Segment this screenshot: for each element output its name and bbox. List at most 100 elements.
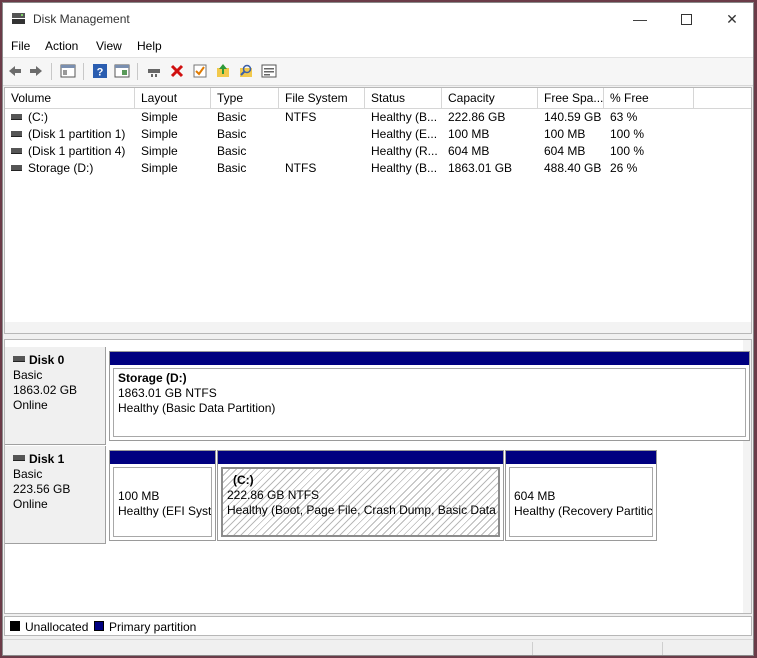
volume-type: Basic: [217, 144, 247, 158]
back-icon[interactable]: [7, 63, 23, 79]
connect-icon[interactable]: [146, 63, 162, 79]
properties-icon[interactable]: [114, 63, 130, 79]
column-header-free-space[interactable]: Free Spa...: [538, 88, 604, 108]
disk-management-window: Disk Management — ✕ File Action View Hel…: [2, 2, 754, 656]
volume-name: (C:): [28, 110, 48, 124]
partition-efi[interactable]: 100 MB Healthy (EFI Syste: [109, 450, 216, 541]
delete-icon[interactable]: [169, 63, 185, 79]
volume-free-space: 100 MB: [544, 127, 586, 141]
volume-free-space: 488.40 GB: [544, 161, 602, 175]
show-hide-console-tree-icon[interactable]: [60, 63, 76, 79]
disk-graphical-view: Disk 0 Basic 1863.02 GB Online Storage (…: [4, 339, 752, 614]
column-header-status[interactable]: Status: [365, 88, 442, 108]
volume-type: Basic: [217, 127, 247, 141]
disk-icon: [13, 355, 25, 362]
volume-percent-free: 63 %: [610, 110, 638, 124]
column-header-layout[interactable]: Layout: [135, 88, 211, 108]
search-icon[interactable]: [238, 63, 254, 79]
status-separator: [532, 642, 533, 655]
help-icon[interactable]: ?: [92, 63, 108, 79]
volume-status: Healthy (B...: [371, 161, 438, 175]
menu-help[interactable]: Help: [137, 39, 162, 53]
volume-name: (Disk 1 partition 4): [28, 144, 126, 158]
volume-name: Storage (D:): [28, 161, 94, 175]
volume-percent-free: 100 %: [610, 127, 645, 141]
partition-status: Healthy (Boot, Page File, Crash Dump, Ba…: [227, 503, 500, 517]
volume-name: (Disk 1 partition 1): [28, 127, 126, 141]
close-button[interactable]: ✕: [709, 3, 753, 35]
disk-name: Disk 1: [29, 452, 65, 466]
volume-status: Healthy (R...: [371, 144, 438, 158]
table-row[interactable]: Storage (D:) Simple Basic NTFS Healthy (…: [5, 160, 751, 177]
volume-layout: Simple: [141, 110, 178, 124]
disk-management-app-icon: [12, 13, 25, 24]
volume-capacity: 100 MB: [448, 127, 490, 141]
view-icon[interactable]: [261, 63, 277, 79]
primary-partition-bar: [506, 451, 656, 464]
volume-free-space: 140.59 GB: [544, 110, 602, 124]
volume-status: Healthy (E...: [371, 127, 438, 141]
partition-body: 604 MB Healthy (Recovery Partitic: [509, 467, 653, 537]
disk-type: Basic: [13, 467, 43, 481]
partition-status: Healthy (Basic Data Partition): [118, 401, 276, 415]
svg-text:?: ?: [97, 67, 104, 79]
toolbar-separator: [51, 63, 52, 80]
primary-partition-bar: [110, 352, 749, 365]
maximize-icon: [680, 13, 692, 25]
column-header-capacity[interactable]: Capacity: [442, 88, 538, 108]
partition-storage-d[interactable]: Storage (D:) 1863.01 GB NTFS Healthy (Ba…: [109, 351, 750, 441]
menu-file[interactable]: File: [11, 39, 30, 53]
up-folder-icon[interactable]: [215, 63, 231, 79]
primary-partition-swatch: [94, 621, 104, 631]
title-bar[interactable]: Disk Management — ✕: [3, 3, 753, 35]
toolbar-separator: [137, 63, 138, 80]
primary-partition-bar: [218, 451, 503, 464]
volume-file-system: NTFS: [285, 161, 317, 175]
volume-type: Basic: [217, 110, 247, 124]
disk-name: Disk 0: [29, 353, 65, 367]
minimize-icon: —: [633, 11, 647, 27]
column-header-percent-free[interactable]: % Free: [604, 88, 694, 108]
window-title: Disk Management: [33, 12, 130, 26]
table-row[interactable]: (Disk 1 partition 4) Simple Basic Health…: [5, 143, 751, 160]
minimize-button[interactable]: —: [617, 3, 663, 35]
disk-type: Basic: [13, 368, 43, 382]
volume-layout: Simple: [141, 127, 178, 141]
partition-body-selected: (C:) 222.86 GB NTFS Healthy (Boot, Page …: [221, 467, 500, 537]
table-row[interactable]: (Disk 1 partition 1) Simple Basic Health…: [5, 126, 751, 143]
volume-layout: Simple: [141, 144, 178, 158]
disk-1-info[interactable]: Disk 1 Basic 223.56 GB Online: [5, 446, 106, 544]
partition-recovery[interactable]: 604 MB Healthy (Recovery Partitic: [505, 450, 657, 541]
maximize-button[interactable]: [663, 3, 709, 35]
volume-list-header: Volume Layout Type File System Status Ca…: [5, 88, 751, 109]
horizontal-scrollbar[interactable]: [5, 322, 751, 333]
partition-title: Storage (D:): [118, 371, 187, 385]
disk-size: 223.56 GB: [13, 482, 71, 496]
partition-size: 604 MB: [514, 489, 556, 503]
disk-0-info[interactable]: Disk 0 Basic 1863.02 GB Online: [5, 347, 106, 445]
volume-capacity: 222.86 GB: [448, 110, 506, 124]
column-header-type[interactable]: Type: [211, 88, 279, 108]
disk-icon: [13, 454, 25, 461]
column-header-file-system[interactable]: File System: [279, 88, 365, 108]
check-icon[interactable]: [192, 63, 208, 79]
column-header-volume[interactable]: Volume: [5, 88, 135, 108]
disk-status: Online: [13, 398, 48, 412]
forward-icon[interactable]: [28, 63, 44, 79]
toolbar: ?: [3, 58, 753, 86]
menu-action[interactable]: Action: [45, 39, 78, 53]
legend-unallocated: Unallocated: [25, 620, 89, 634]
partition-size: 1863.01 GB NTFS: [118, 386, 217, 400]
partition-size: 222.86 GB NTFS: [227, 488, 320, 502]
menu-bar: File Action View Help: [3, 35, 753, 58]
volume-file-system: [279, 143, 365, 160]
partition-title: (C:): [233, 473, 254, 487]
volume-capacity: 604 MB: [448, 144, 490, 158]
menu-view[interactable]: View: [96, 39, 122, 53]
partition-c[interactable]: (C:) 222.86 GB NTFS Healthy (Boot, Page …: [217, 450, 504, 541]
volume-file-system: [279, 126, 365, 143]
volume-icon: [11, 164, 22, 171]
volume-percent-free: 26 %: [610, 161, 638, 175]
disk-status: Online: [13, 497, 48, 511]
table-row[interactable]: (C:) Simple Basic NTFS Healthy (B... 222…: [5, 109, 751, 126]
